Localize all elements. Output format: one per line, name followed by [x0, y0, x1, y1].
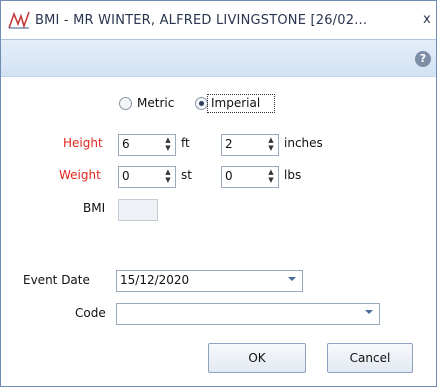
spin-arrows-icon[interactable]: ▲ ▼	[267, 168, 275, 184]
height-ft-value: 6	[122, 137, 130, 151]
metric-label[interactable]: Metric	[137, 96, 174, 110]
ft-unit-label: ft	[181, 136, 190, 150]
chevron-down-icon[interactable]	[365, 310, 373, 314]
height-ft-stepper[interactable]: 6 ▲ ▼	[118, 134, 176, 156]
help-icon[interactable]: ?	[415, 51, 431, 67]
help-bar: ?	[1, 40, 436, 77]
code-select[interactable]	[116, 303, 380, 325]
weight-st-stepper[interactable]: 0 ▲ ▼	[118, 166, 176, 188]
event-date-value: 15/12/2020	[120, 273, 190, 287]
title-bar: BMI - MR WINTER, ALFRED LIVINGSTONE [26/…	[1, 1, 436, 40]
bmi-dialog: BMI - MR WINTER, ALFRED LIVINGSTONE [26/…	[0, 0, 437, 387]
close-button[interactable]: x	[423, 12, 431, 27]
event-date-label: Event Date	[23, 273, 90, 287]
lbs-unit-label: lbs	[284, 168, 302, 182]
spin-arrows-icon[interactable]: ▲ ▼	[267, 136, 275, 152]
metric-radio[interactable]	[119, 97, 132, 110]
bmi-value-box	[118, 199, 158, 221]
code-label: Code	[75, 306, 106, 320]
inches-unit-label: inches	[284, 136, 323, 150]
height-inches-value: 2	[225, 137, 233, 151]
window-title: BMI - MR WINTER, ALFRED LIVINGSTONE [26/…	[35, 13, 368, 28]
spin-arrows-icon[interactable]: ▲ ▼	[164, 168, 172, 184]
height-label: Height	[63, 136, 103, 150]
bmi-app-icon	[8, 11, 30, 29]
cancel-button[interactable]: Cancel	[327, 343, 413, 373]
spin-arrows-icon[interactable]: ▲ ▼	[164, 136, 172, 152]
event-date-picker[interactable]: 15/12/2020	[116, 270, 303, 292]
chevron-down-icon[interactable]	[288, 277, 296, 281]
st-unit-label: st	[181, 168, 192, 182]
weight-lbs-stepper[interactable]: 0 ▲ ▼	[221, 166, 279, 188]
weight-label: Weight	[59, 168, 101, 182]
imperial-label[interactable]: Imperial	[211, 96, 260, 110]
weight-st-value: 0	[122, 169, 130, 183]
weight-lbs-value: 0	[225, 169, 233, 183]
height-inches-stepper[interactable]: 2 ▲ ▼	[221, 134, 279, 156]
ok-button[interactable]: OK	[208, 343, 306, 373]
bmi-label: BMI	[83, 201, 106, 215]
